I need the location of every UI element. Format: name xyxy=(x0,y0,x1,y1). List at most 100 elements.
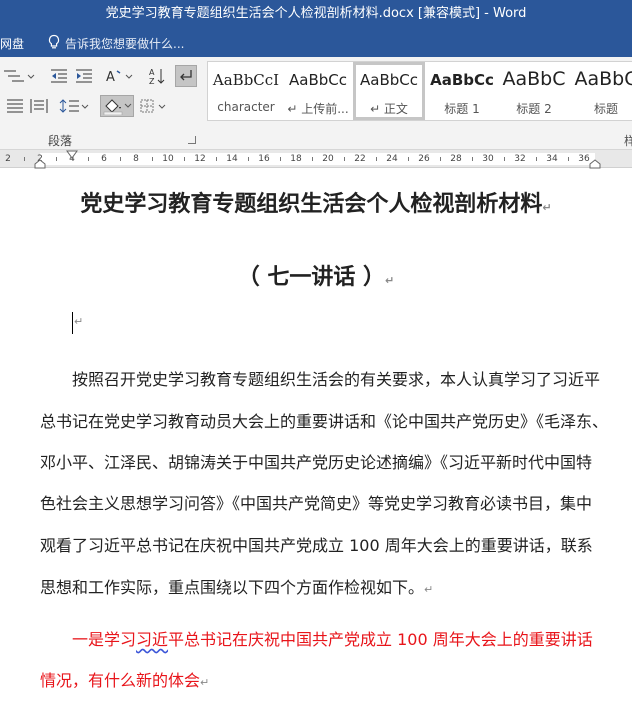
chinese-layout-icon: A xyxy=(106,70,133,84)
ribbon: A A Z 段落 AaBbCcI character AaBbCc ↵ 上传前.… xyxy=(0,57,632,150)
ruler-tick xyxy=(152,157,153,161)
ruler-number: 16 xyxy=(258,154,270,164)
style-name: 标题 xyxy=(593,102,618,116)
horizontal-ruler[interactable]: 2 2 4 6 8 10 12 14 16 18 20 22 24 26 28 30 32 34 36 xyxy=(0,150,632,169)
ruler-number: 10 xyxy=(162,154,174,164)
decrease-indent-button[interactable] xyxy=(48,65,70,87)
decrease-indent-icon xyxy=(51,69,67,83)
style-name: 标题 1 xyxy=(444,102,480,116)
shading-button[interactable] xyxy=(100,95,134,117)
style-normal[interactable]: AaBbCc ↵ 正文 xyxy=(353,62,425,120)
style-sample: AaBbCc xyxy=(360,71,418,89)
ruler-tick xyxy=(312,157,313,161)
red-heading-line-1: 一是学习习近平总书记在庆祝中国共产党成立 100 周年大会上的重要讲话 xyxy=(72,626,593,650)
distribute-icon xyxy=(30,99,48,113)
ruler-number: 20 xyxy=(322,154,334,164)
red-heading-prefix: 一是学习 xyxy=(72,630,137,649)
style-title[interactable]: AaBbC 标题 xyxy=(570,62,632,120)
ruler-number: 12 xyxy=(194,154,206,164)
paragraph-mark: ↵ xyxy=(424,583,434,596)
ruler-tick xyxy=(440,157,441,161)
style-heading-2[interactable]: AaBbC 标题 2 xyxy=(498,62,570,120)
ruler-number: 30 xyxy=(482,154,494,164)
ruler-number: 8 xyxy=(133,154,139,164)
sort-button[interactable]: A Z xyxy=(146,65,168,87)
ruler-number: 22 xyxy=(354,154,366,164)
line-spacing-icon xyxy=(59,99,89,113)
ruler-tick xyxy=(120,157,121,161)
align-distributed-button[interactable] xyxy=(4,95,26,117)
left-indent-marker[interactable] xyxy=(34,159,46,169)
ruler-number: 28 xyxy=(450,154,462,164)
ruler-number: 34 xyxy=(546,154,558,164)
align-distribute-button[interactable] xyxy=(28,95,50,117)
ruler-number: 2 xyxy=(5,154,11,164)
lightbulb-icon xyxy=(48,34,60,49)
sort-icon: A Z xyxy=(149,68,165,85)
ruler-number: 6 xyxy=(101,154,107,164)
red-heading-line-2: 情况，有什么新的体会↵ xyxy=(40,667,209,691)
tell-me-input[interactable]: 告诉我您想要做什么... xyxy=(65,35,184,52)
first-line-indent-marker[interactable] xyxy=(66,150,78,159)
ruler-tick xyxy=(376,157,377,161)
ruler-number: 24 xyxy=(386,154,398,164)
borders-icon xyxy=(140,99,166,113)
ruler-number: 26 xyxy=(418,154,430,164)
document-title: 党史学习教育专题组织生活会个人检视剖析材料↵ xyxy=(20,186,612,218)
multilevel-list-icon xyxy=(4,70,35,82)
ruler-tick xyxy=(344,157,345,161)
style-sample: AaBbCcI xyxy=(212,71,280,89)
ruler-tick xyxy=(408,157,409,161)
align-justify-icon xyxy=(7,99,23,113)
show-hide-marks-button[interactable] xyxy=(175,65,197,87)
style-name: ↵ 正文 xyxy=(370,102,408,116)
body-line: 总书记在党史学习教育动员大会上的重要讲话和《论中国共产党历史》《毛泽东、 xyxy=(40,412,609,431)
style-sample: AaBbCc xyxy=(289,71,347,89)
paragraph-group-label: 段落 xyxy=(48,134,73,148)
ruler-number: 14 xyxy=(226,154,238,164)
ruler-tick xyxy=(568,157,569,161)
style-sample: AaBbC xyxy=(574,68,632,90)
styles-group-label: 样 xyxy=(624,134,632,148)
spell-check-underlined-word[interactable]: 习近 xyxy=(136,630,168,649)
ruler-tick xyxy=(536,157,537,161)
chinese-layout-button[interactable]: A xyxy=(103,65,135,87)
style-name: character xyxy=(217,100,275,114)
style-name: ↵ 上传前... xyxy=(287,102,349,116)
ruler-tick xyxy=(56,157,57,161)
body-line-last: 思想和工作实际，重点围绕以下四个方面作检视如下。↵ xyxy=(40,574,433,598)
ruler-tick xyxy=(504,157,505,161)
ruler-tick xyxy=(184,157,185,161)
style-heading-1[interactable]: AaBbCc 标题 1 xyxy=(426,62,498,120)
body-line: 按照召开党史学习教育专题组织生活会的有关要求，本人认真学习了习近平 xyxy=(72,370,601,389)
style-character[interactable]: AaBbCcI character xyxy=(210,62,282,120)
enter-arrow-icon xyxy=(180,70,192,81)
body-line: 色社会主义思想学习问答》《中国共产党简史》等党史学习教育必读书目，集中 xyxy=(40,494,593,513)
increase-indent-button[interactable] xyxy=(73,65,95,87)
red-heading-rest: 平总书记在庆祝中国共产党成立 100 周年大会上的重要讲话 xyxy=(168,630,593,649)
increase-indent-icon xyxy=(76,69,92,83)
svg-text:A: A xyxy=(106,70,115,84)
body-line: 邓小平、江泽民、胡锦涛关于中国共产党历史论述摘编》《习近平新时代中国特 xyxy=(40,453,593,472)
paragraph-mark: ↵ xyxy=(542,201,552,214)
document-subtitle: （ 七一讲话 ）↵ xyxy=(20,259,612,291)
document-page[interactable] xyxy=(0,169,632,703)
ruler-tick xyxy=(216,157,217,161)
borders-button[interactable] xyxy=(138,95,170,117)
body-line-text: 思想和工作实际，重点围绕以下四个方面作检视如下。 xyxy=(40,578,425,597)
paragraph-dialog-launcher[interactable] xyxy=(188,136,196,144)
paragraph-mark: ↵ xyxy=(200,676,210,689)
ruler-tick xyxy=(24,157,25,161)
red-heading-line2-text: 情况，有什么新的体会 xyxy=(40,671,201,690)
document-title-text: 党史学习教育专题组织生活会个人检视剖析材料 xyxy=(80,192,543,217)
ruler-number: 32 xyxy=(514,154,526,164)
wangpan-tab[interactable]: 网盘 xyxy=(0,35,24,52)
line-spacing-button[interactable] xyxy=(58,95,90,117)
style-upload[interactable]: AaBbCc ↵ 上传前... xyxy=(282,62,354,120)
svg-text:A: A xyxy=(149,68,155,77)
right-indent-marker[interactable] xyxy=(589,159,601,169)
style-name: 标题 2 xyxy=(516,102,552,116)
style-sample: AaBbC xyxy=(502,68,566,90)
multilevel-list-button[interactable] xyxy=(0,65,38,87)
paint-bucket-icon xyxy=(103,99,132,115)
